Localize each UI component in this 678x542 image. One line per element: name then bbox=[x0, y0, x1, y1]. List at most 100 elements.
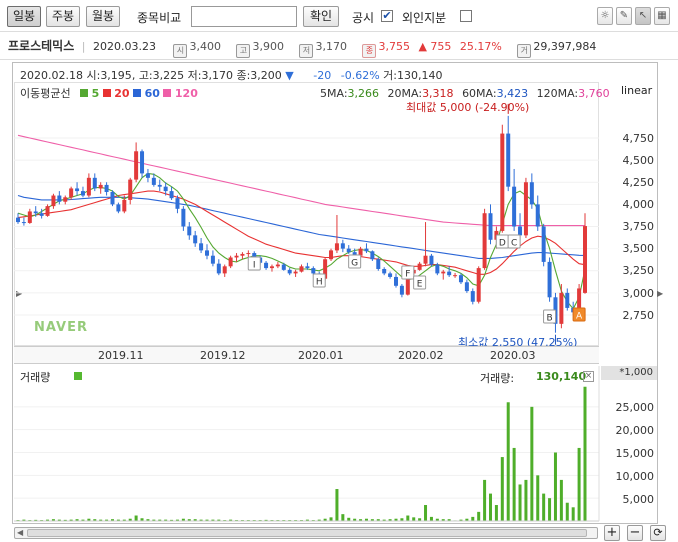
event-marker-label: E bbox=[417, 280, 423, 290]
candle bbox=[210, 255, 215, 264]
volume-bar bbox=[571, 507, 575, 521]
volume-bar bbox=[512, 447, 516, 521]
volume-bar bbox=[483, 479, 487, 521]
candle bbox=[458, 275, 463, 283]
candle bbox=[228, 257, 233, 267]
candle bbox=[39, 213, 44, 216]
candle bbox=[376, 259, 381, 269]
candle bbox=[559, 292, 564, 324]
event-marker-label: H bbox=[316, 278, 323, 288]
candle bbox=[447, 271, 452, 276]
volume-bar bbox=[518, 484, 522, 521]
candle bbox=[334, 243, 339, 251]
candle bbox=[464, 282, 469, 292]
candle bbox=[264, 262, 269, 269]
candle bbox=[382, 268, 387, 274]
volume-bar bbox=[524, 479, 528, 521]
volume-bar bbox=[489, 493, 492, 521]
candle bbox=[51, 195, 56, 207]
candle bbox=[488, 213, 493, 240]
candle bbox=[181, 208, 186, 227]
candle bbox=[518, 226, 523, 236]
event-marker-label: G bbox=[351, 259, 358, 269]
candle bbox=[86, 177, 91, 196]
candle bbox=[287, 269, 292, 274]
candle bbox=[122, 199, 127, 212]
candle bbox=[512, 186, 517, 227]
candle bbox=[399, 285, 404, 295]
candle bbox=[216, 263, 221, 274]
volume-bar bbox=[536, 475, 540, 521]
candle bbox=[482, 213, 487, 269]
volume-bar bbox=[553, 452, 557, 521]
volume-bar bbox=[406, 515, 410, 521]
candle bbox=[340, 243, 345, 249]
candle bbox=[311, 268, 316, 274]
volume-bar bbox=[583, 386, 587, 521]
candle bbox=[104, 184, 109, 192]
volume-bar bbox=[542, 493, 546, 521]
candle bbox=[234, 255, 239, 258]
candle bbox=[145, 173, 150, 178]
candle bbox=[246, 253, 251, 255]
candle bbox=[33, 211, 38, 214]
volume-bar bbox=[530, 406, 534, 521]
candle bbox=[547, 261, 552, 298]
event-marker-label: B bbox=[546, 314, 552, 324]
candle bbox=[476, 268, 481, 302]
candle bbox=[281, 264, 286, 270]
candle bbox=[169, 191, 174, 199]
candle bbox=[417, 263, 422, 270]
candle bbox=[346, 248, 351, 253]
candle bbox=[583, 226, 587, 293]
candle bbox=[364, 248, 369, 252]
event-marker-label: F bbox=[405, 270, 410, 280]
volume-bar bbox=[548, 498, 552, 521]
candle bbox=[21, 222, 26, 224]
candle bbox=[453, 275, 458, 277]
candle bbox=[63, 197, 68, 202]
candle bbox=[27, 211, 32, 223]
volume-bar bbox=[424, 505, 428, 521]
candle bbox=[151, 177, 156, 185]
candle bbox=[305, 266, 310, 269]
candle bbox=[500, 133, 505, 231]
candle bbox=[134, 151, 139, 180]
candle bbox=[45, 206, 50, 216]
price-volume-chart: I H G FE D C B A bbox=[14, 103, 600, 522]
candle bbox=[240, 253, 245, 256]
candle bbox=[299, 266, 304, 272]
volume-bar bbox=[565, 502, 569, 521]
volume-bar bbox=[471, 516, 475, 521]
candle bbox=[370, 251, 375, 260]
event-marker-label: D bbox=[499, 239, 506, 249]
candle bbox=[394, 276, 398, 286]
candle bbox=[57, 195, 62, 202]
candle bbox=[110, 191, 115, 205]
candle bbox=[98, 184, 103, 189]
candle bbox=[69, 188, 74, 198]
event-marker-label: I bbox=[253, 261, 256, 271]
volume-bar bbox=[341, 514, 345, 521]
event-marker-label: C bbox=[511, 239, 517, 249]
volume-bar bbox=[577, 447, 581, 521]
candle bbox=[163, 186, 168, 192]
candle bbox=[116, 204, 121, 212]
candle bbox=[187, 226, 192, 236]
volume-bar bbox=[477, 511, 481, 521]
candle bbox=[470, 291, 475, 302]
volume-bar bbox=[494, 505, 498, 521]
candle bbox=[523, 182, 528, 236]
candle bbox=[565, 292, 570, 308]
candle bbox=[388, 273, 393, 277]
candle bbox=[329, 250, 334, 260]
candle bbox=[222, 266, 227, 274]
candle bbox=[80, 191, 85, 196]
candle bbox=[441, 271, 446, 274]
candle bbox=[16, 217, 20, 223]
candle bbox=[423, 255, 428, 264]
candle bbox=[193, 235, 198, 244]
volume-bar bbox=[329, 517, 333, 521]
candle bbox=[75, 188, 80, 192]
volume-bar bbox=[506, 402, 510, 521]
